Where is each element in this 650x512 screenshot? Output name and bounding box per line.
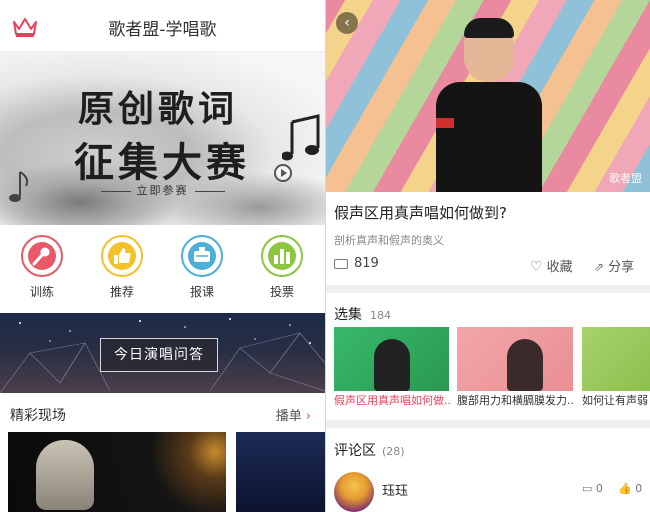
live-thumbnail[interactable]	[8, 432, 226, 512]
contest-banner[interactable]: 原创歌词 征集大赛 立即参赛	[0, 52, 325, 225]
comments-count: (28)	[382, 445, 405, 458]
video-title: 假声区用真声唱如何做到?	[334, 204, 507, 222]
action-label: 投票	[269, 285, 294, 299]
video-player[interactable]: ‹ 歌者盟	[326, 0, 650, 192]
performer-figure	[374, 339, 410, 391]
armband	[436, 118, 454, 128]
episode-caption[interactable]: 如何让有声弱	[582, 392, 650, 408]
screen: 歌者盟-学唱歌 原创歌词 征集大赛 立即参赛 训练 推荐 报课 投票 今日演唱问…	[0, 0, 650, 512]
share-icon: ⇗	[594, 260, 605, 274]
commenter-name[interactable]: 珏珏	[382, 480, 408, 499]
section-header: 精彩现场 播单 ›	[0, 393, 325, 433]
collect-button[interactable]: ♡ 收藏	[530, 256, 573, 275]
bar-chart-icon	[261, 235, 303, 277]
playlist-label: 播单	[275, 409, 302, 424]
back-icon[interactable]: ‹	[336, 12, 358, 34]
reply-button[interactable]: ▭ 0	[582, 482, 603, 495]
chevron-right-icon: ›	[305, 409, 311, 424]
episode-thumbnail[interactable]	[457, 327, 573, 391]
qa-promo-banner[interactable]: 今日演唱问答	[0, 313, 325, 393]
video-subtitle: 剖析真声和假声的奥义	[334, 234, 444, 247]
action-label: 训练	[29, 285, 54, 299]
microphone-icon	[21, 235, 63, 277]
banner-cta[interactable]: 立即参赛	[0, 182, 325, 198]
episodes-count: 184	[370, 309, 391, 322]
action-enroll[interactable]: 报课	[172, 235, 232, 300]
episode-caption[interactable]: 腹部用力和横膈膜发力...	[457, 392, 575, 408]
app-title: 歌者盟-学唱歌	[108, 20, 217, 40]
like-button[interactable]: 👍 0	[618, 482, 642, 495]
play-icon[interactable]	[274, 164, 292, 182]
reply-count: 0	[595, 482, 603, 495]
presenter-figure	[436, 82, 542, 192]
avatar[interactable]	[334, 472, 374, 512]
video-camera-icon	[334, 258, 348, 269]
comments-title: 评论区	[334, 443, 376, 459]
action-label: 推荐	[109, 285, 134, 299]
comment-icon: ▭	[582, 482, 593, 495]
collect-label: 收藏	[546, 260, 573, 275]
thumbs-up-icon	[101, 235, 143, 277]
action-vote[interactable]: 投票	[252, 235, 312, 300]
heart-icon: ♡	[530, 259, 543, 275]
view-count: 819	[334, 256, 379, 271]
home-panel: 歌者盟-学唱歌 原创歌词 征集大赛 立即参赛 训练 推荐 报课 投票 今日演唱问…	[0, 0, 325, 512]
episode-thumbnail[interactable]	[582, 327, 650, 391]
music-note-icon	[282, 114, 320, 161]
performer-figure	[36, 440, 94, 510]
action-label: 报课	[189, 285, 214, 299]
episode-caption[interactable]: 假声区用真声唱如何做...	[334, 392, 452, 408]
share-label: 分享	[608, 260, 635, 275]
section-title: 精彩现场	[10, 408, 66, 424]
thumbs-up-icon: 👍	[618, 482, 632, 495]
episodes-title: 选集	[334, 307, 362, 323]
like-count: 0	[635, 482, 643, 495]
daily-qa-button[interactable]: 今日演唱问答	[100, 338, 218, 372]
section-gap	[326, 420, 650, 428]
playlist-link[interactable]: 播单 ›	[276, 405, 311, 424]
action-train[interactable]: 训练	[12, 235, 72, 300]
watermark: 歌者盟	[609, 172, 642, 185]
action-recommend[interactable]: 推荐	[92, 235, 152, 300]
episode-thumbnail[interactable]	[334, 327, 449, 391]
banner-headline: 征集大赛	[74, 139, 250, 186]
live-thumbnail[interactable]	[236, 432, 325, 512]
comments-header: 评论区 (28)	[334, 440, 405, 460]
presenter-hair	[464, 18, 514, 38]
quick-actions: 训练 推荐 报课 投票	[0, 225, 325, 310]
course-icon	[181, 235, 223, 277]
app-header: 歌者盟-学唱歌	[0, 0, 325, 52]
performer-figure	[507, 339, 543, 391]
episodes-header: 选集 184	[334, 304, 391, 324]
section-gap	[326, 285, 650, 293]
view-count-value: 819	[354, 256, 379, 271]
video-stats: 819 ♡ 收藏 ⇗ 分享	[326, 254, 650, 276]
share-button[interactable]: ⇗ 分享	[594, 256, 634, 275]
banner-headline: 原创歌词	[78, 88, 239, 130]
video-detail-panel: ‹ 歌者盟 假声区用真声唱如何做到? 剖析真声和假声的奥义 819 ♡ 收藏 ⇗ 分…	[326, 0, 650, 512]
